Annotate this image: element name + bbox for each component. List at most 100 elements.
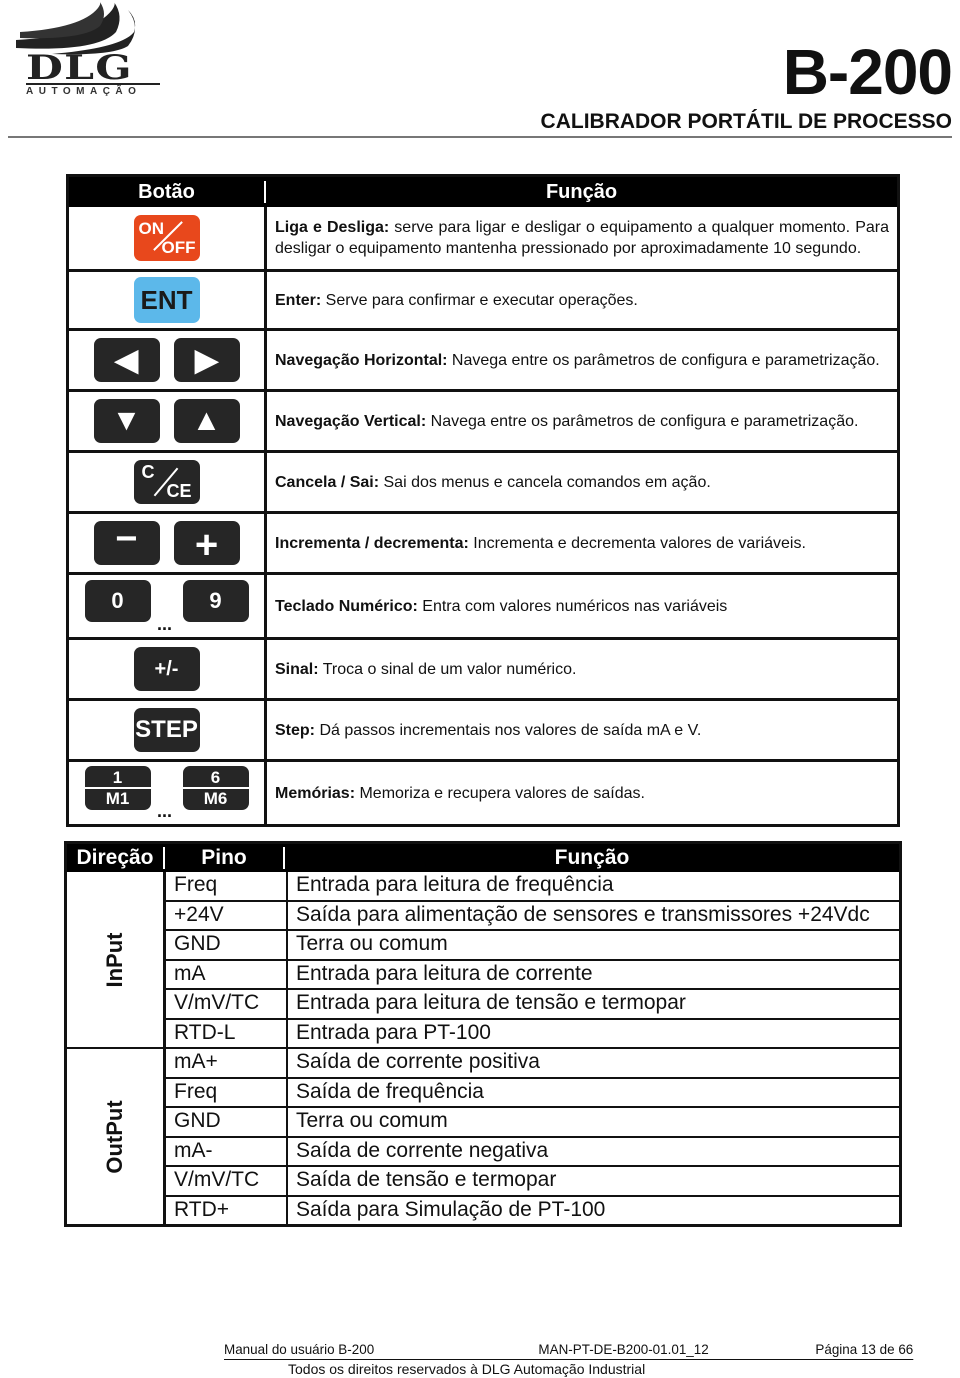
- row-description: Sai dos menus e cancela comandos em ação…: [379, 473, 711, 491]
- pin-function: Entrada para leitura de corrente: [296, 961, 593, 985]
- pin-function: Entrada para leitura de frequência: [296, 873, 614, 896]
- table-row: RTD-L Entrada para PT-100: [166, 1017, 899, 1047]
- key-memory: M6: [203, 789, 228, 808]
- pins-table-header: Direção Pino Função: [67, 844, 899, 872]
- table-row: 0 9 ... Teclado Numérico: Entra com valo…: [69, 572, 897, 637]
- row-title: Navegação Vertical:: [275, 412, 427, 430]
- key-memory: M1: [105, 789, 130, 808]
- pin-function: Entrada para PT-100: [296, 1020, 491, 1044]
- header-button: Botão: [69, 181, 266, 203]
- memory-m1-key-icon: 1 M1: [84, 766, 151, 810]
- table-row: ENT Enter: Serve para confirmar e execut…: [69, 269, 897, 328]
- buttons-table: Botão Função ON OFF Liga e Desliga: serv…: [66, 174, 900, 827]
- row-description: Serve para confirmar e executar operaçõe…: [321, 291, 638, 309]
- pin-function: Terra ou comum: [296, 1109, 448, 1132]
- pin-name: V/mV/TC: [166, 990, 288, 1018]
- row-title: Cancela / Sai:: [275, 473, 380, 491]
- pin-name: mA-: [166, 1137, 288, 1165]
- on-label: ON: [138, 219, 165, 238]
- document-subtitle: CALIBRADOR PORTÁTIL DE PROCESSO: [540, 110, 952, 133]
- pin-name: mA+: [166, 1049, 288, 1077]
- row-title: Liga e Desliga:: [275, 219, 390, 236]
- pin-function: Saída de frequência: [296, 1079, 484, 1103]
- table-row: − + Incrementa / decrementa: Incrementa …: [69, 511, 897, 572]
- logo-text: DLG: [26, 48, 133, 88]
- key-number: 6: [182, 768, 249, 789]
- row-title: Memórias:: [275, 784, 356, 802]
- pin-group-input: InPut Freq Entrada para leitura de frequên…: [67, 872, 899, 1047]
- table-row: V/mV/TC Saída de tensão e termopar: [166, 1165, 899, 1195]
- header-function: Função: [545, 180, 618, 203]
- pin-function: Entrada para leitura de tensão e termopa…: [296, 991, 686, 1014]
- header-direction: Direção: [67, 847, 165, 869]
- pin-name: mA: [166, 960, 288, 988]
- table-row: RTD+ Saída para Simulação de PT-100: [166, 1194, 899, 1224]
- row-title: Sinal:: [275, 660, 319, 678]
- table-row: V/mV/TC Entrada para leitura de tensão e …: [166, 988, 899, 1018]
- table-row: GND Terra ou comum: [166, 1106, 899, 1136]
- table-row: mA Entrada para leitura de corrente: [166, 958, 899, 988]
- table-row: +24V Saída para alimentação de sensores e…: [166, 899, 899, 929]
- row-description: Incrementa e decrementa valores de variá…: [468, 534, 806, 552]
- pin-name: Freq: [166, 872, 288, 900]
- pin-function: Saída de corrente positiva: [296, 1050, 540, 1073]
- table-row: mA+ Saída de corrente positiva: [166, 1049, 899, 1077]
- row-title: Navegação Horizontal:: [275, 351, 448, 369]
- logo-rule: [26, 83, 160, 85]
- ellipsis: ...: [157, 801, 173, 821]
- row-description: Navega entre os parâmetros de configura …: [426, 412, 859, 430]
- pin-name: Freq: [166, 1078, 288, 1106]
- header-function: Função: [554, 846, 630, 869]
- table-row: GND Terra ou comum: [166, 929, 899, 959]
- row-description: Memoriza e recupera valores de saídas.: [355, 784, 645, 802]
- pin-name: GND: [166, 1108, 288, 1136]
- table-row: +/- Sinal: Troca o sinal de um valor num…: [69, 637, 897, 698]
- off-label: OFF: [161, 238, 196, 257]
- pin-function: Saída de corrente negativa: [296, 1138, 549, 1162]
- direction-label: InPut: [102, 932, 127, 987]
- sign-key-icon: +/-: [133, 647, 200, 691]
- table-row: C CE Cancela / Sai: Sai dos menus e canc…: [69, 450, 897, 511]
- row-description: Troca o sinal de um valor numérico.: [318, 660, 577, 678]
- memory-m6-key-icon: 6 M6: [182, 766, 249, 810]
- c-label: C: [141, 462, 155, 482]
- arrow-up-key-icon: ▲: [173, 399, 240, 443]
- row-description: Navega entre os parâmetros de configura …: [447, 351, 880, 369]
- key-number: 1: [84, 768, 151, 789]
- footer-manual: Manual do usuário B-200: [224, 1341, 375, 1357]
- dlg-logo: DLG AUTOMAÇÃO: [12, 2, 160, 98]
- footer-doc-code: MAN-PT-DE-B200-01.01_12: [538, 1341, 709, 1357]
- row-title: Enter:: [275, 291, 322, 309]
- digit-9-key-icon: 9: [182, 580, 249, 622]
- pin-function: Saída para alimentação de sensores e tra…: [296, 902, 870, 926]
- footer: Manual do usuário B-200 MAN-PT-DE-B200-0…: [224, 1341, 914, 1360]
- arrow-left-key-icon: ◀: [93, 338, 160, 382]
- row-title: Incrementa / decrementa:: [275, 534, 469, 552]
- footer-rights: Todos os direitos reservados à DLG Autom…: [288, 1361, 646, 1377]
- pin-function: Terra ou comum: [296, 932, 448, 955]
- pin-name: RTD-L: [166, 1019, 288, 1047]
- direction-cell: InPut: [67, 872, 166, 1047]
- pins-table: Direção Pino Função InPut Freq Entrada par…: [64, 841, 902, 1227]
- table-row: ON OFF Liga e Desliga: serve para ligar …: [69, 207, 897, 269]
- direction-label: OutPut: [102, 1099, 127, 1174]
- table-row: STEP Step: Dá passos incrementais nos va…: [69, 698, 897, 759]
- row-description: Entra com valores numéricos nas variávei…: [417, 597, 728, 615]
- pin-function: Saída de tensão e termopar: [296, 1168, 557, 1191]
- pin-group-output: OutPut mA+ Saída de corrente positiva Freq S…: [67, 1047, 899, 1224]
- pin-name: GND: [166, 931, 288, 959]
- row-title: Step:: [275, 721, 315, 739]
- minus-key-icon: −: [93, 520, 160, 565]
- header-divider: [8, 136, 952, 138]
- table-row: ▼ ▲ Navegação Vertical: Navega entre os …: [69, 389, 897, 450]
- pin-name: +24V: [166, 901, 288, 929]
- plus-key-icon: +: [173, 521, 240, 565]
- table-row: 1 M1 6 M6 ... Memórias: Memoriza e recup…: [69, 759, 897, 824]
- table-row: mA- Saída de corrente negativa: [166, 1135, 899, 1165]
- header-pin: Pino: [165, 847, 285, 869]
- pin-name: RTD+: [166, 1196, 288, 1224]
- table-row: Freq Entrada para leitura de frequência: [166, 872, 899, 900]
- logo-subtext: AUTOMAÇÃO: [26, 86, 142, 97]
- cancel-key-icon: C CE: [133, 460, 200, 504]
- on-off-key-icon: ON OFF: [133, 215, 200, 261]
